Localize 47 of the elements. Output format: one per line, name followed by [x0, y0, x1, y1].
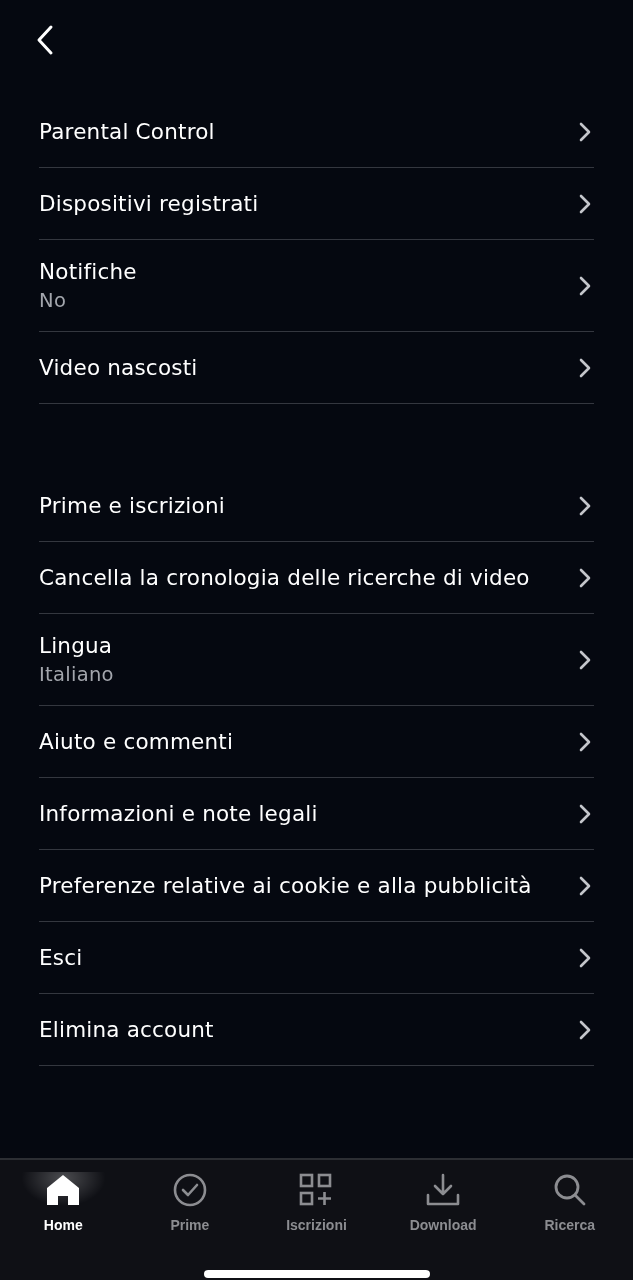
row-label: Notifiche: [39, 258, 137, 286]
settings-row[interactable]: Notifiche No: [39, 240, 594, 332]
row-label: Video nascosti: [39, 353, 198, 382]
home-icon: [46, 1174, 81, 1206]
chevron-icon: [579, 731, 591, 752]
row-label: Preferenze relative ai cookie e alla pubblicità: [39, 871, 532, 900]
chevron-icon: [579, 875, 591, 896]
row-label: Cancella la cronologia delle ricerche di video: [39, 563, 530, 592]
chevron-icon: [579, 567, 591, 588]
chevron-icon: [579, 121, 591, 142]
settings-row[interactable]: Prime e iscrizioni: [39, 470, 594, 542]
chevron-icon: [579, 193, 591, 214]
chevron-icon: [579, 357, 591, 378]
row-label: Informazioni e note legali: [39, 799, 318, 828]
row-label: Prime e iscrizioni: [39, 491, 225, 520]
settings-row[interactable]: Video nascosti: [39, 332, 594, 404]
search-icon: [552, 1173, 587, 1207]
tab-button[interactable]: Iscrizioni: [253, 1172, 380, 1233]
row-label: Elimina account: [39, 1015, 214, 1044]
row-value: No: [39, 288, 68, 314]
settings-row[interactable]: Parental Control: [39, 96, 594, 168]
settings-row[interactable]: Cancella la cronologia delle ricerche di video: [39, 542, 594, 614]
chevron-icon: [579, 1019, 591, 1040]
settings-row[interactable]: Aiuto e commenti: [39, 706, 594, 778]
chevron-icon: [579, 275, 591, 296]
settings-row[interactable]: Preferenze relative ai cookie e alla pubblicità: [39, 850, 594, 922]
settings-row[interactable]: Informazioni e note legali: [39, 778, 594, 850]
grid-plus-icon: [299, 1173, 334, 1207]
row-label: Lingua: [39, 632, 114, 660]
settings-row[interactable]: Lingua Italiano: [39, 614, 594, 706]
row-value: Italiano: [39, 662, 114, 688]
row-label: Esci: [39, 943, 83, 972]
tab-button[interactable]: Ricerca: [506, 1172, 633, 1233]
check-circle-icon: [172, 1173, 207, 1207]
settings-row[interactable]: Dispositivi registrati: [39, 168, 594, 240]
download-icon: [426, 1173, 461, 1207]
settings-row[interactable]: Esci: [39, 922, 594, 994]
settings-row[interactable]: Elimina account: [39, 994, 594, 1066]
row-label: Parental Control: [39, 117, 215, 146]
chevron-icon: [579, 495, 591, 516]
row-label: Dispositivi registrati: [39, 189, 259, 218]
row-label: Aiuto e commenti: [39, 727, 234, 756]
chevron-icon: [579, 649, 591, 670]
chevron-icon: [579, 803, 591, 824]
tab-button[interactable]: Download: [379, 1172, 507, 1233]
chevron-icon: [579, 947, 591, 968]
tab-button[interactable]: Prime: [126, 1172, 254, 1233]
